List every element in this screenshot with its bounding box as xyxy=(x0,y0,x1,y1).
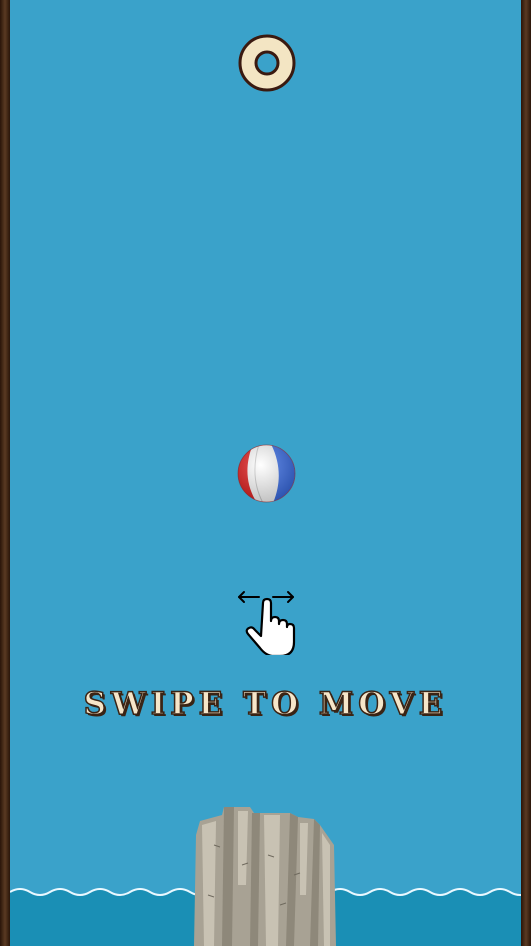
game-stage[interactable]: SWIPE TO MOVE xyxy=(0,0,531,946)
rock-pillar xyxy=(194,807,336,946)
ring-hoop-icon xyxy=(238,34,296,92)
swipe-instruction-text: SWIPE TO MOVE xyxy=(83,685,448,723)
left-wooden-wall xyxy=(0,0,10,946)
swipe-hand-icon xyxy=(238,591,296,655)
right-wooden-wall xyxy=(521,0,531,946)
beach-ball-icon[interactable] xyxy=(237,444,296,503)
